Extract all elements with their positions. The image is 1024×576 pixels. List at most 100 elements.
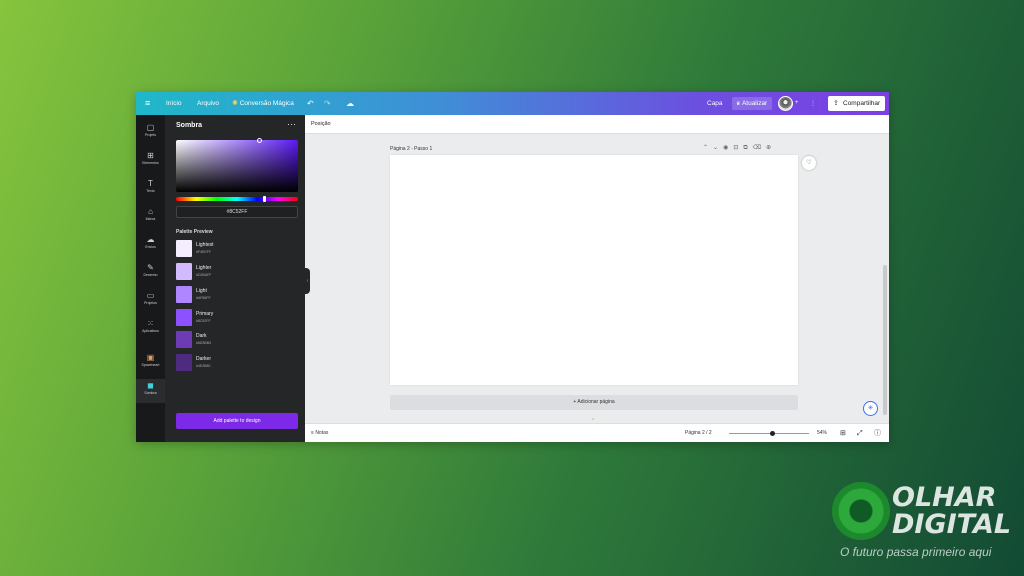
trash-icon[interactable]: ⌫ xyxy=(753,145,766,151)
swatch-hex: #8C52FF xyxy=(196,319,211,323)
comment-icon[interactable]: ♡ xyxy=(802,156,816,170)
position-button[interactable]: Posição xyxy=(311,121,331,127)
color-swatch xyxy=(176,263,192,280)
swatch-name: Light xyxy=(196,288,207,294)
rail-label: Spaceheart xyxy=(141,363,160,367)
update-button[interactable]: ♛ Atualizar xyxy=(732,97,772,110)
color-swatch xyxy=(176,286,192,303)
color-swatch xyxy=(176,309,192,326)
draw-icon: ✎ xyxy=(147,263,154,272)
canvas-area: Posição Página 2 - Passo 1 ⌃⌄◉⊡⧉⌫⊕ ♡ + A… xyxy=(305,115,889,442)
editor-window: ≡ Início Arquivo ✺ Conversão Mágica ↶ ↷ … xyxy=(136,92,889,442)
rail-item-sombra[interactable]: ◼ Sombra xyxy=(136,379,165,403)
hue-slider[interactable] xyxy=(176,196,298,202)
top-bar: ≡ Início Arquivo ✺ Conversão Mágica ↶ ↷ … xyxy=(136,92,889,115)
olhar-digital-logo xyxy=(832,482,890,540)
collapse-panel-handle[interactable]: ‹ xyxy=(305,268,310,294)
spaceheart-icon: ▣ xyxy=(146,353,155,362)
rail-label: Aplicativos xyxy=(142,329,159,333)
magic-convert-button[interactable]: ✺ Conversão Mágica xyxy=(232,92,294,115)
rail-label: Sombra xyxy=(144,391,157,395)
rail-item-spaceheart[interactable]: ▣ Spaceheart xyxy=(136,351,165,375)
text-icon: T xyxy=(148,179,153,188)
hue-knob[interactable] xyxy=(263,196,266,202)
zoom-knob[interactable] xyxy=(770,431,776,436)
undo-icon[interactable]: ↶ xyxy=(307,92,314,115)
picker-knob[interactable] xyxy=(257,138,262,143)
brand-line-1: OLHAR xyxy=(892,482,997,513)
cloud-save-icon[interactable]: ☁ xyxy=(346,92,354,115)
add-page-button[interactable]: + Adicionar página xyxy=(390,395,798,410)
design-page[interactable] xyxy=(390,155,798,385)
rail-item-aplicativos[interactable]: ⁙ Aplicativos xyxy=(136,317,165,341)
duplicate-icon[interactable]: ⧉ xyxy=(743,145,752,151)
color-swatch xyxy=(176,240,192,257)
add-palette-button[interactable]: Add palette to design xyxy=(176,413,298,429)
rail-item-desenho[interactable]: ✎ Desenho xyxy=(136,261,165,285)
brand-wordmark: OLHAR DIGITAL xyxy=(892,484,1011,538)
layout-icon: ▢ xyxy=(146,123,155,132)
uploads-icon: ☁ xyxy=(146,235,155,244)
rail-label: Projeto xyxy=(144,133,157,137)
rail-item-projeto[interactable]: ▢ Projeto xyxy=(136,121,165,145)
rail-item-texto[interactable]: T Texto xyxy=(136,177,165,201)
share-label: Compartilhar xyxy=(843,100,881,107)
rail-item-projetos[interactable]: ▭ Projetos xyxy=(136,289,165,313)
hex-input[interactable]: #8C52FF xyxy=(176,206,298,218)
swatch-name: Dark xyxy=(196,333,207,339)
context-toolbar: Posição xyxy=(305,115,889,134)
apps-icon: ⁙ xyxy=(147,319,154,328)
more-options-icon[interactable]: ⋯ xyxy=(287,119,296,130)
sombra-icon: ◼ xyxy=(147,381,154,390)
brand-line-2: DIGITAL xyxy=(892,509,1012,540)
chevron-down-icon[interactable]: ⌄ xyxy=(713,145,723,151)
notes-icon: ≡ xyxy=(311,430,314,436)
bottom-bar: ≡ Notas Página 2 / 2 54% ⊞ ⤢ ⓘ xyxy=(305,423,889,442)
crown-icon: ♛ xyxy=(736,101,741,107)
brand-icon: ⌂ xyxy=(148,207,153,216)
vertical-scrollbar[interactable] xyxy=(883,265,887,415)
chart-icon[interactable]: ⫶ xyxy=(812,92,814,115)
eye-icon[interactable]: ◉ xyxy=(723,145,733,151)
add-member-icon[interactable]: + xyxy=(795,92,799,115)
avatar[interactable] xyxy=(778,96,793,111)
palette-preview-title: Palette Preview xyxy=(176,229,213,235)
magic-convert-label: Conversão Mágica xyxy=(239,100,294,107)
page-counter[interactable]: Página 2 / 2 xyxy=(685,424,712,442)
projects-icon: ▭ xyxy=(146,291,155,300)
zoom-slider[interactable] xyxy=(729,431,809,436)
lock-icon[interactable]: ⊡ xyxy=(733,145,743,151)
swatch-hex: #6D3BB3 xyxy=(196,341,211,345)
help-icon[interactable]: ⓘ xyxy=(874,424,881,442)
upload-icon: ⇪ xyxy=(833,100,839,107)
share-button[interactable]: ⇪ Compartilhar xyxy=(828,96,885,111)
rail-item-elementos[interactable]: ⊞ Elementos xyxy=(136,149,165,173)
rail-item-marca[interactable]: ⌂ Marca xyxy=(136,205,165,229)
swatch-name: Primary xyxy=(196,311,214,317)
rail-label: Envios xyxy=(145,245,156,249)
zoom-value[interactable]: 54% xyxy=(817,424,827,442)
cover-link[interactable]: Capa xyxy=(707,92,723,115)
update-label: Atualizar xyxy=(741,100,768,107)
rail-label: Marca xyxy=(145,217,156,221)
rail-label: Elementos xyxy=(142,161,159,165)
notes-button[interactable]: ≡ Notas xyxy=(311,424,328,442)
rail-item-envios[interactable]: ☁ Envios xyxy=(136,233,165,257)
page-title[interactable]: Página 2 - Passo 1 xyxy=(390,146,432,152)
color-swatch xyxy=(176,331,192,348)
side-rail: ▢ Projeto ⊞ Elementos T Texto ⌂ Marca ☁ … xyxy=(136,115,165,442)
grid-view-icon[interactable]: ⊞ xyxy=(840,424,846,442)
brand-tagline: O futuro passa primeiro aqui xyxy=(840,545,992,559)
color-saturation-picker[interactable] xyxy=(176,138,298,192)
magic-assistant-icon[interactable]: ✳ xyxy=(863,401,878,416)
chevron-up-icon[interactable]: ⌃ xyxy=(703,145,713,151)
menu-home[interactable]: Início xyxy=(166,92,182,115)
fullscreen-icon[interactable]: ⤢ xyxy=(857,424,863,442)
add-page-icon[interactable]: ⊕ xyxy=(766,145,776,151)
swatch-name: Darker xyxy=(196,356,212,362)
notes-label: Notas xyxy=(315,430,329,436)
redo-icon[interactable]: ↷ xyxy=(324,92,331,115)
hamburger-icon[interactable]: ≡ xyxy=(145,92,150,115)
menu-file[interactable]: Arquivo xyxy=(197,92,219,115)
sombra-panel: Sombra ⋯ #8C52FF Palette Preview Lightes… xyxy=(165,115,305,442)
